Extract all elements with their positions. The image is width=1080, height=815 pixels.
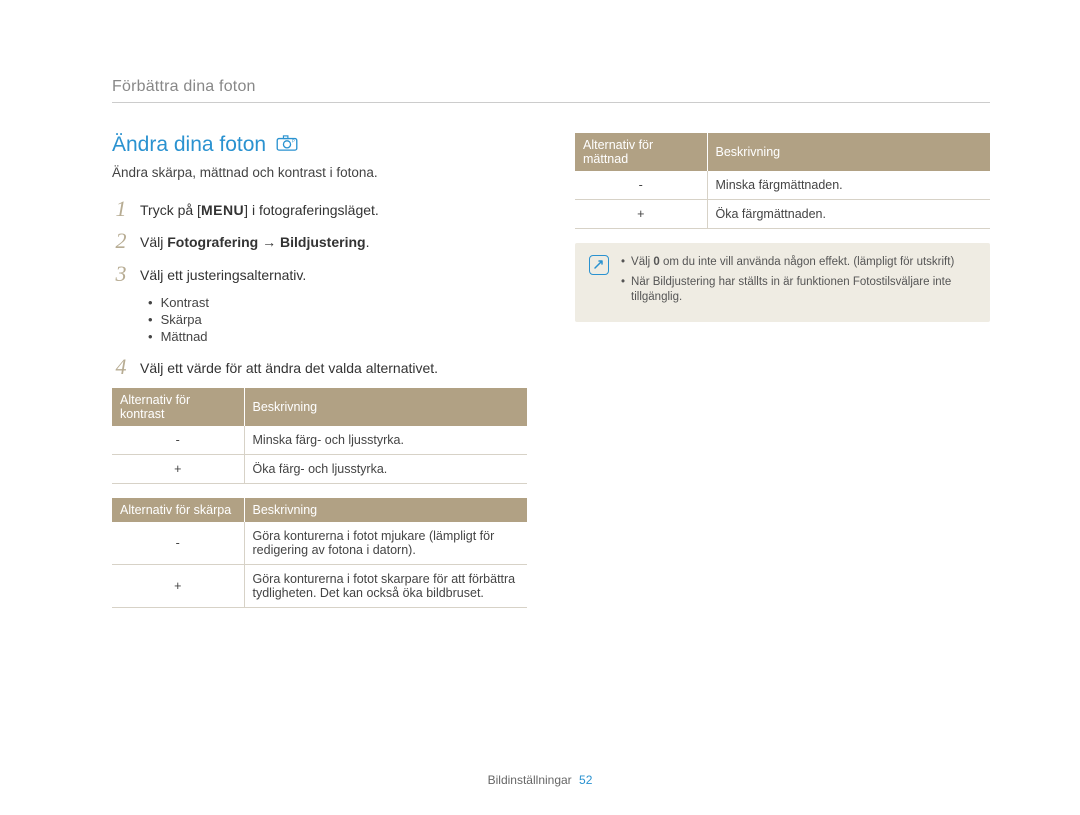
info-line: När Bildjustering har ställts in är funk… [621, 275, 976, 306]
step-2: 2 Välj Fotografering → Bildjustering. [112, 230, 527, 252]
bullet-item: Kontrast [148, 295, 527, 310]
table-row: + Öka färg- och ljusstyrka. [112, 455, 527, 484]
info-icon [589, 255, 609, 275]
section-title: Ändra dina foton P [112, 133, 527, 157]
table-mattnad: Alternativ för mättnad Beskrivning - Min… [575, 133, 990, 229]
menu-key: MENU [201, 200, 244, 220]
intro-text: Ändra skärpa, mättnad och kontrast i fot… [112, 165, 527, 180]
bullet-item: Skärpa [148, 312, 527, 327]
right-column: Alternativ för mättnad Beskrivning - Min… [575, 133, 990, 622]
table-skarpa: Alternativ för skärpa Beskrivning - Göra… [112, 498, 527, 608]
table-row: - Göra konturerna i fotot mjukare (lämpl… [112, 522, 527, 565]
section-title-text: Ändra dina foton [112, 133, 266, 157]
info-line: Välj 0 om du inte vill använda någon eff… [621, 255, 976, 271]
step-4: 4 Välj ett värde för att ändra det valda… [112, 356, 527, 378]
th-option: Alternativ för skärpa [112, 498, 244, 522]
breadcrumb: Förbättra dina foton [112, 78, 990, 103]
table-row: - Minska färgmättnaden. [575, 171, 990, 200]
th-desc: Beskrivning [244, 498, 527, 522]
table-row: + Öka färgmättnaden. [575, 200, 990, 229]
th-desc: Beskrivning [707, 133, 990, 171]
info-box: Välj 0 om du inte vill använda någon eff… [575, 243, 990, 322]
step-3: 3 Välj ett justeringsalternativ. [112, 263, 527, 285]
bullet-item: Mättnad [148, 329, 527, 344]
th-option: Alternativ för mättnad [575, 133, 707, 171]
camera-icon: P [276, 133, 298, 157]
th-option: Alternativ för kontrast [112, 388, 244, 426]
table-row: - Minska färg- och ljusstyrka. [112, 426, 527, 455]
page-number: 52 [579, 773, 592, 787]
page-footer: Bildinställningar 52 [0, 773, 1080, 787]
table-row: + Göra konturerna i fotot skarpare för a… [112, 565, 527, 608]
th-desc: Beskrivning [244, 388, 527, 426]
svg-text:P: P [292, 139, 295, 144]
left-column: Ändra dina foton P Ändra skärpa, mättnad… [112, 133, 527, 622]
adjust-bullets: Kontrast Skärpa Mättnad [148, 295, 527, 344]
table-kontrast: Alternativ för kontrast Beskrivning - Mi… [112, 388, 527, 484]
step-1: 1 Tryck på [MENU] i fotograferingsläget. [112, 198, 527, 220]
